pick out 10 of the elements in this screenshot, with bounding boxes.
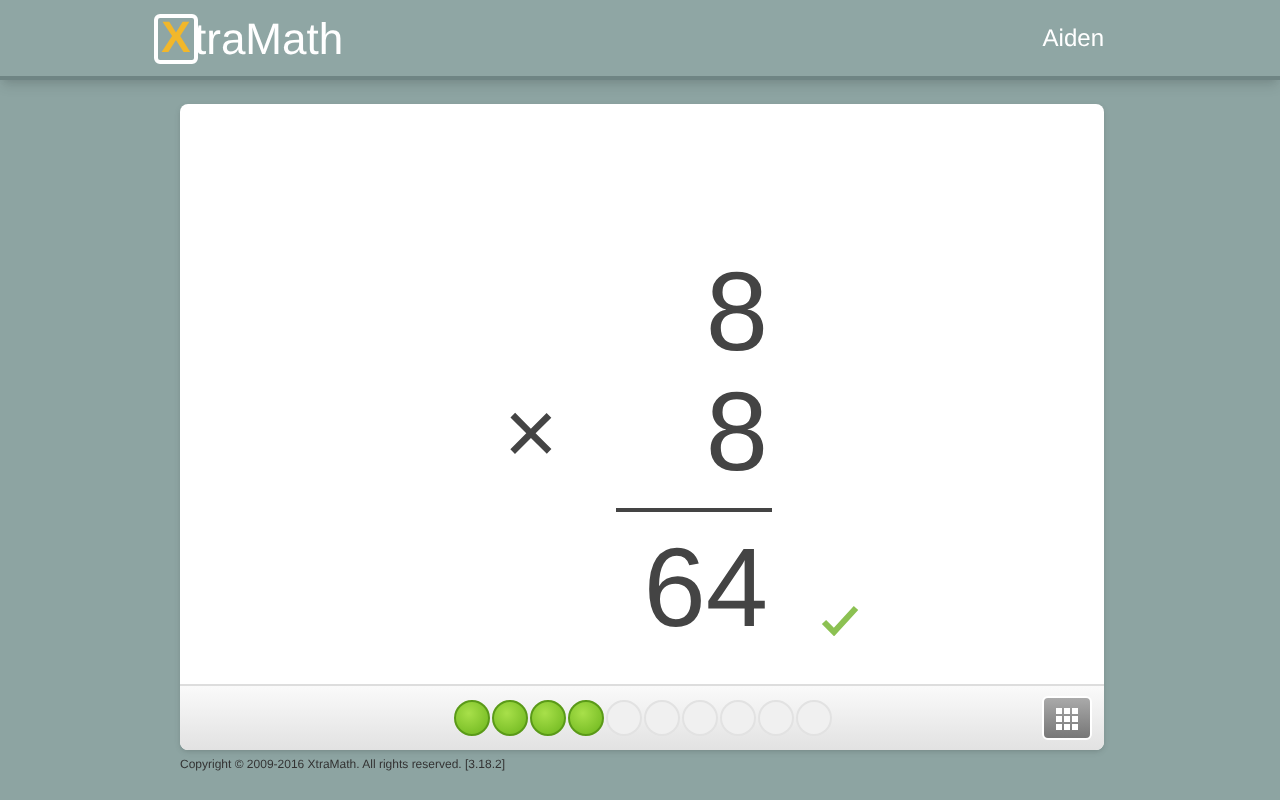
bottom-number: 8 — [705, 372, 770, 492]
grid-icon — [1056, 707, 1078, 729]
logo-letter: X — [154, 13, 198, 63]
keypad-button[interactable] — [1042, 696, 1092, 740]
logo-text: traMath — [194, 15, 344, 63]
user-name[interactable]: Aiden — [1042, 20, 1104, 56]
top-number: 8 — [705, 252, 770, 372]
answer: 64 — [643, 528, 770, 648]
operator: × — [504, 378, 558, 488]
logo[interactable]: XtraMath — [154, 13, 344, 63]
